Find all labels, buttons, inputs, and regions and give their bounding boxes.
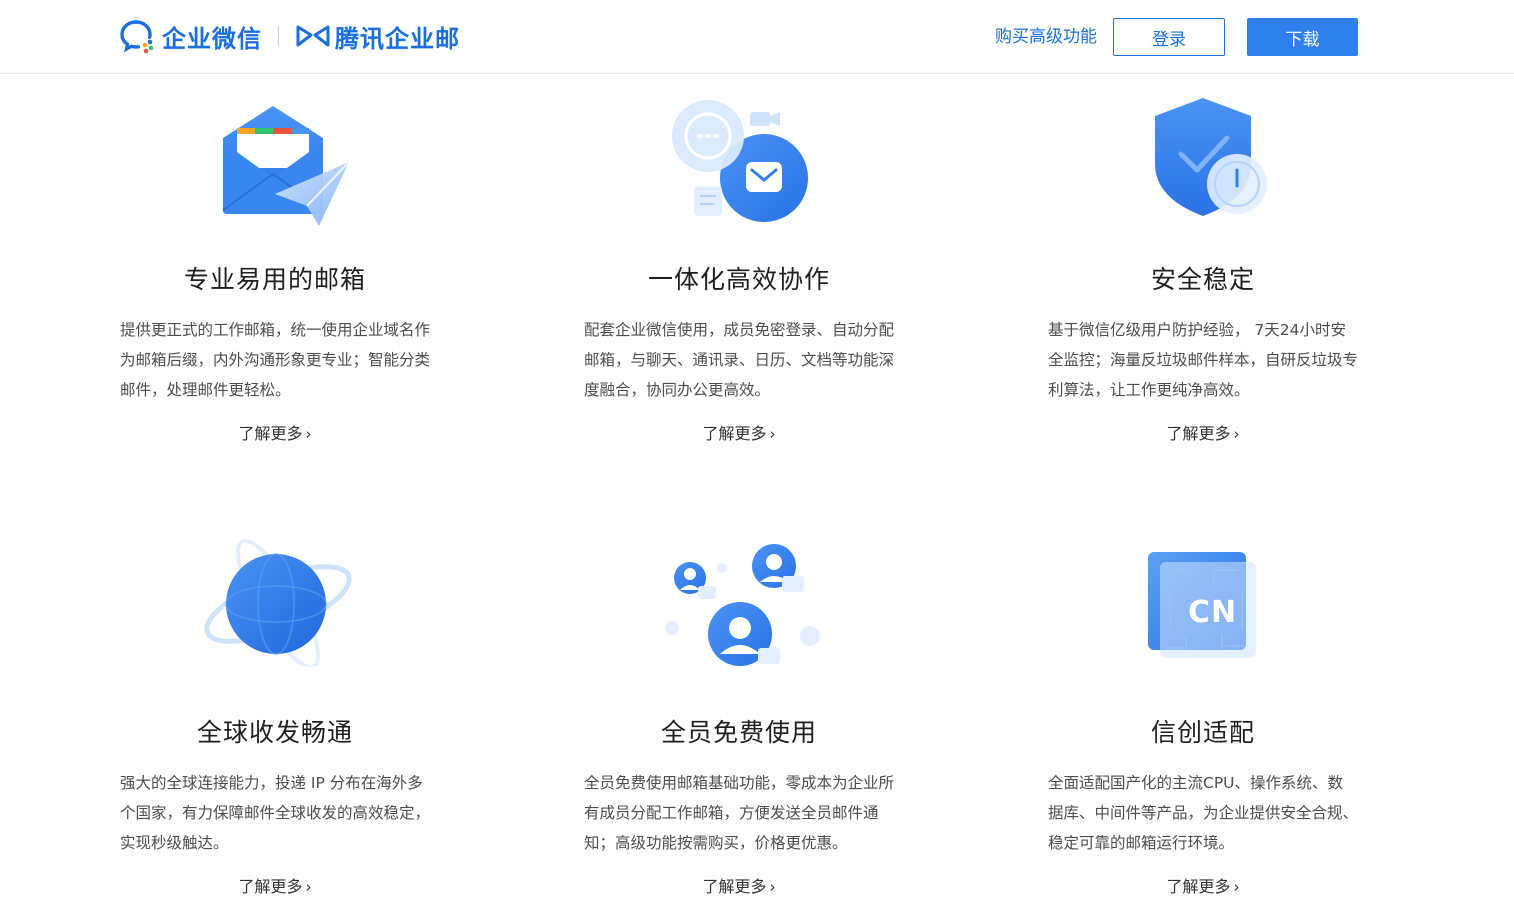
learn-more-link[interactable]: 了解更多 › (1048, 873, 1358, 897)
chevron-right-icon: › (305, 878, 312, 896)
chevron-right-icon: › (1233, 425, 1240, 443)
buy-premium-link[interactable]: 购买高级功能 (995, 18, 1097, 56)
tencent-mail-logo-icon (296, 25, 330, 47)
feature-description: 强大的全球连接能力，投递 IP 分布在海外多个国家，有力保障邮件全球收发的高效稳… (120, 774, 431, 852)
feature-description: 全员免费使用邮箱基础功能，零成本为企业所有成员分配工作邮箱，方便发送全员邮件通知… (584, 774, 895, 852)
feature-description: 全面适配国产化的主流CPU、操作系统、数据库、中间件等产品，为企业提供安全合规、… (1048, 774, 1359, 852)
learn-more-label: 了解更多 (238, 877, 303, 896)
chevron-right-icon: › (769, 878, 776, 896)
feature-description: 提供更正式的工作邮箱，统一使用企业域名作为邮箱后缀，内外沟通形象更专业；智能分类… (120, 321, 431, 399)
feature-card-mailbox: 专业易用的邮箱 提供更正式的工作邮箱，统一使用企业域名作为邮箱后缀，内外沟通形象… (120, 90, 430, 460)
shield-icon (1155, 98, 1267, 216)
learn-more-label: 了解更多 (702, 424, 767, 443)
feature-title: 一体化高效协作 (647, 265, 830, 294)
chevron-right-icon: › (1233, 878, 1240, 896)
feature-title: 全员免费使用 (660, 718, 817, 747)
brand-secondary-name: 腾讯企业邮 (335, 24, 460, 53)
learn-more-label: 了解更多 (1166, 424, 1231, 443)
feature-card-free: 全员免费使用 全员免费使用邮箱基础功能，零成本为企业所有成员分配工作邮箱，方便发… (584, 520, 894, 900)
mail-envelope-icon (222, 106, 350, 226)
feature-card-xinchuang: CN 信创适配 全面适配国产化的主流CPU、操作系统、数据库、中间件等产品，为企… (1048, 520, 1358, 900)
top-header: 企业微信 腾讯企业邮 购买高级功能 登录 下载 (0, 0, 1514, 74)
brand-logos[interactable]: 企业微信 腾讯企业邮 (120, 18, 460, 54)
download-button[interactable]: 下载 (1247, 18, 1358, 56)
brand-divider (278, 26, 279, 46)
feature-description: 基于微信亿级用户防护经验， 7天24小时安全监控；海量反垃圾邮件样本，自研反垃圾… (1048, 321, 1359, 399)
feature-title: 信创适配 (1150, 718, 1255, 747)
feature-title: 安全稳定 (1150, 265, 1255, 294)
chevron-right-icon: › (769, 425, 776, 443)
collaboration-icon (672, 100, 808, 222)
feature-card-security: 安全稳定 基于微信亿级用户防护经验， 7天24小时安全监控；海量反垃圾邮件样本，… (1048, 90, 1358, 460)
feature-card-collaboration: 一体化高效协作 配套企业微信使用，成员免密登录、自动分配邮箱，与聊天、通讯录、日… (584, 90, 894, 460)
learn-more-link[interactable]: 了解更多 › (120, 420, 430, 444)
feature-card-global: 全球收发畅通 强大的全球连接能力，投递 IP 分布在海外多个国家，有力保障邮件全… (120, 520, 430, 900)
learn-more-link[interactable]: 了解更多 › (120, 873, 430, 897)
chip-label: CN (1188, 595, 1238, 630)
feature-title: 全球收发畅通 (196, 718, 353, 747)
login-button[interactable]: 登录 (1113, 18, 1225, 56)
learn-more-link[interactable]: 了解更多 › (584, 420, 894, 444)
feature-title: 专业易用的邮箱 (183, 265, 366, 294)
learn-more-link[interactable]: 了解更多 › (1048, 420, 1358, 444)
globe-icon (204, 538, 352, 666)
learn-more-label: 了解更多 (238, 424, 303, 443)
wecom-logo-icon (120, 20, 154, 54)
header-nav: 购买高级功能 登录 下载 (995, 18, 1358, 56)
learn-more-label: 了解更多 (702, 877, 767, 896)
members-icon (665, 544, 820, 666)
feature-description: 配套企业微信使用，成员免密登录、自动分配邮箱，与聊天、通讯录、日历、文档等功能深… (584, 321, 895, 399)
learn-more-link[interactable]: 了解更多 › (584, 873, 894, 897)
chevron-right-icon: › (305, 425, 312, 443)
brand-primary-name: 企业微信 (162, 24, 262, 53)
learn-more-label: 了解更多 (1166, 877, 1231, 896)
